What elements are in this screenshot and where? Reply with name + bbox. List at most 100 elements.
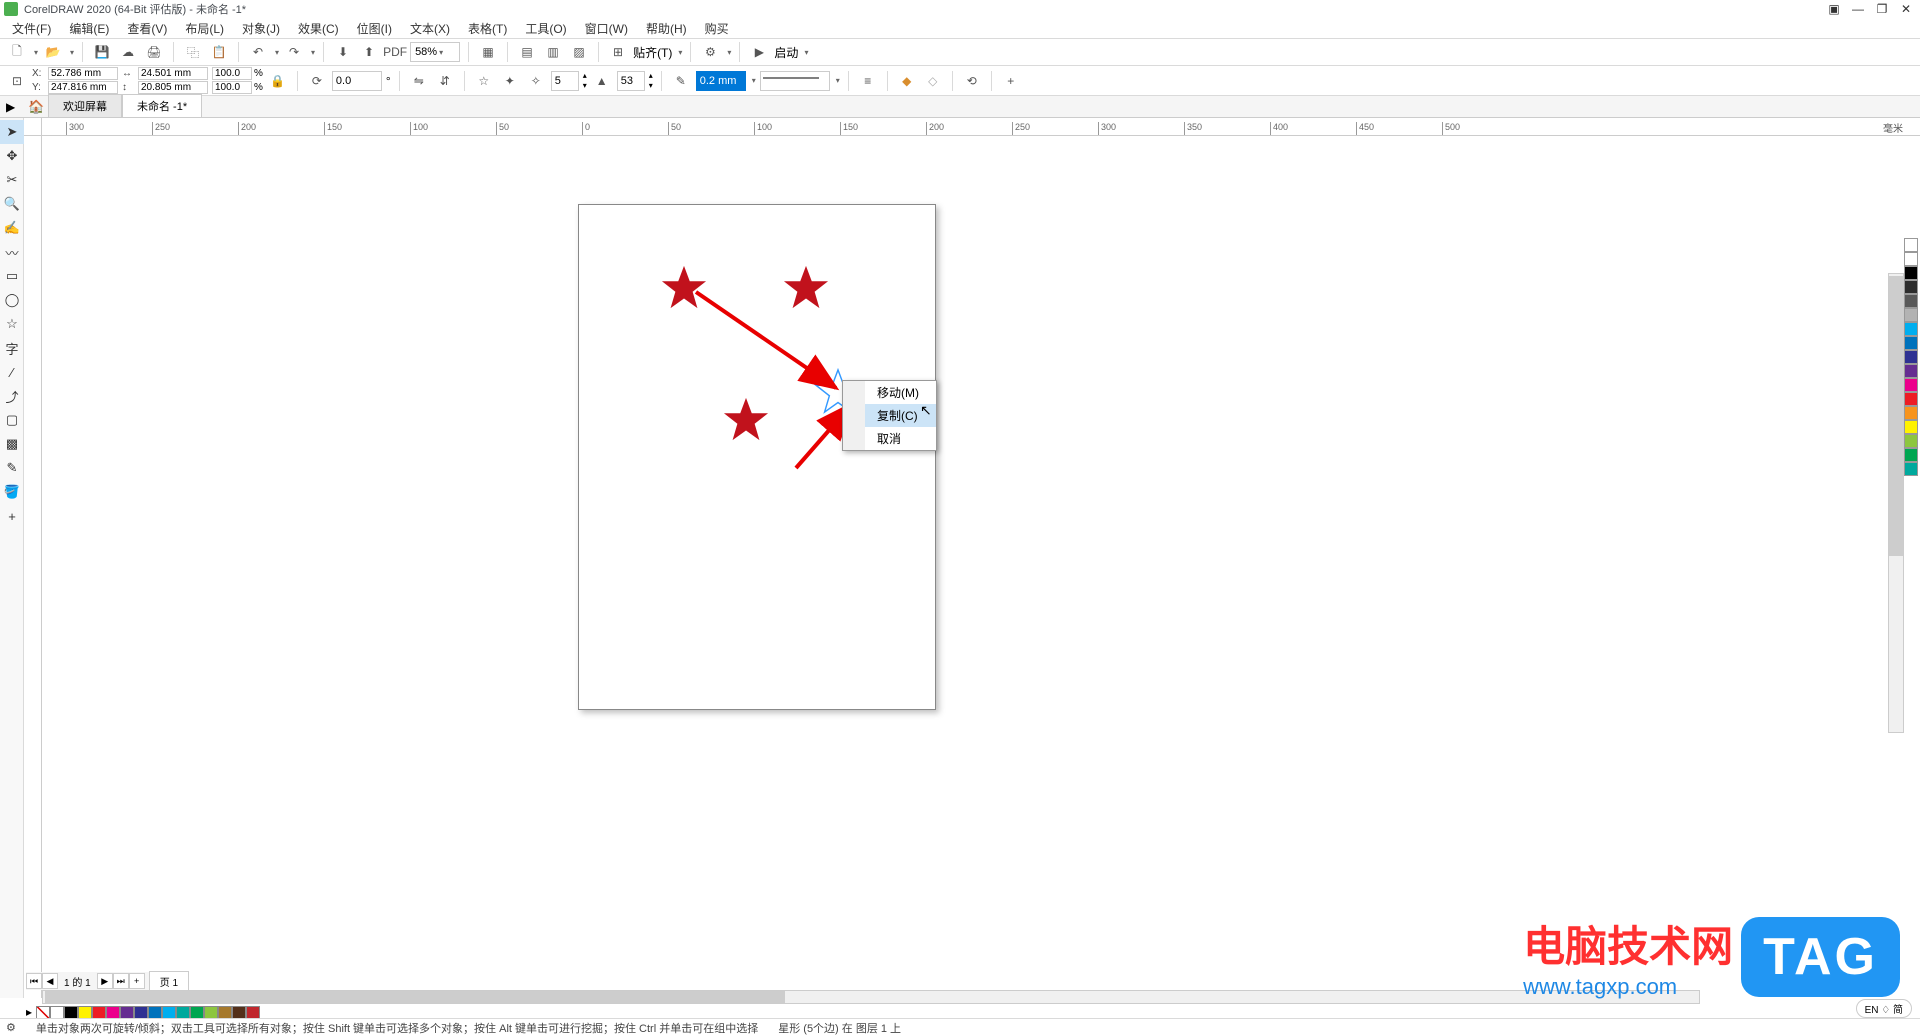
parallel-dimension-tool[interactable]: ∕: [0, 360, 24, 384]
lock-ratio-button[interactable]: 🔒: [267, 70, 289, 92]
color-swatch[interactable]: [1904, 308, 1918, 322]
context-menu-move[interactable]: 移动(M): [843, 381, 936, 404]
color-swatch[interactable]: [176, 1006, 190, 1019]
sharpness-input[interactable]: [617, 71, 645, 91]
color-swatch[interactable]: [1904, 266, 1918, 280]
color-swatch[interactable]: [1904, 420, 1918, 434]
mirror-h-button[interactable]: ⇋: [408, 70, 430, 92]
caret-icon[interactable]: ▾: [727, 48, 731, 57]
fullscreen-button[interactable]: ▦: [477, 41, 499, 63]
color-swatch[interactable]: [1904, 350, 1918, 364]
guides-button[interactable]: ▥: [542, 41, 564, 63]
gear-icon[interactable]: ⚙: [6, 1021, 16, 1034]
help-icon[interactable]: ▣: [1824, 2, 1844, 16]
caret-icon[interactable]: ▾: [678, 48, 682, 57]
palette-menu-icon[interactable]: ▸: [26, 1005, 32, 1019]
zoom-dropdown[interactable]: 58%▾: [410, 42, 460, 62]
options-button[interactable]: ⚙: [699, 41, 721, 63]
expand-toolbox[interactable]: +: [0, 504, 24, 528]
drop-shadow-tool[interactable]: ▢: [0, 408, 24, 432]
polygon-tool[interactable]: ☆: [0, 312, 24, 336]
artistic-media-tool[interactable]: 〰: [0, 240, 24, 264]
menu-help[interactable]: 帮助(H): [638, 18, 695, 39]
to-front-button[interactable]: ◆: [896, 70, 918, 92]
close-button[interactable]: ✕: [1896, 2, 1916, 16]
launch-icon[interactable]: ▶: [748, 41, 770, 63]
text-tool[interactable]: 字: [0, 336, 24, 360]
zoom-tool[interactable]: 🔍: [0, 192, 24, 216]
convert-curves-button[interactable]: ⟲: [961, 70, 983, 92]
color-swatch[interactable]: [106, 1006, 120, 1019]
line-style-dropdown[interactable]: [760, 71, 830, 91]
color-swatch[interactable]: [1904, 336, 1918, 350]
page-prev-button[interactable]: ◀: [42, 973, 58, 989]
height-input[interactable]: [138, 81, 208, 94]
pick-tool[interactable]: ➤: [0, 120, 24, 144]
undo-button[interactable]: ↶: [247, 41, 269, 63]
tab-welcome[interactable]: 欢迎屏幕: [48, 94, 122, 117]
caret-icon[interactable]: ▾: [804, 48, 808, 57]
language-badge[interactable]: EN ♢ 简: [1856, 999, 1912, 1018]
scrollbar-thumb[interactable]: [45, 991, 785, 1003]
scale-y-input[interactable]: [212, 81, 252, 94]
color-swatch[interactable]: [190, 1006, 204, 1019]
menu-file[interactable]: 文件(F): [4, 18, 59, 39]
color-swatch[interactable]: [50, 1006, 64, 1019]
color-swatch[interactable]: [148, 1006, 162, 1019]
cloud-button[interactable]: ☁: [117, 41, 139, 63]
y-input[interactable]: [48, 81, 118, 94]
color-swatch[interactable]: [78, 1006, 92, 1019]
color-swatch[interactable]: [1904, 238, 1918, 252]
eyedropper-tool[interactable]: ✎: [0, 456, 24, 480]
page-add-button[interactable]: +: [129, 973, 145, 989]
launch-label[interactable]: 启动: [774, 44, 798, 61]
copy-button[interactable]: ⿻: [182, 41, 204, 63]
fill-tool[interactable]: 🪣: [0, 480, 24, 504]
canvas[interactable]: 移动(M) 复制(C) 取消 ↖: [42, 136, 1920, 998]
color-swatch[interactable]: [162, 1006, 176, 1019]
menu-effects[interactable]: 效果(C): [290, 18, 347, 39]
color-swatch[interactable]: [1904, 434, 1918, 448]
color-swatch[interactable]: [120, 1006, 134, 1019]
vertical-ruler[interactable]: [24, 136, 42, 998]
object-origin-icon[interactable]: ⊡: [6, 70, 28, 92]
save-button[interactable]: 💾: [91, 41, 113, 63]
mirror-v-button[interactable]: ⇵: [434, 70, 456, 92]
color-swatch[interactable]: [218, 1006, 232, 1019]
width-input[interactable]: [138, 67, 208, 80]
color-swatch[interactable]: [134, 1006, 148, 1019]
spinner-icon[interactable]: ▴▾: [583, 71, 587, 90]
redo-button[interactable]: ↷: [283, 41, 305, 63]
snap-icon[interactable]: ⊞: [607, 41, 629, 63]
open-button[interactable]: 📂: [42, 41, 64, 63]
caret-icon[interactable]: ▾: [311, 48, 315, 57]
menu-table[interactable]: 表格(T): [460, 18, 515, 39]
color-swatch[interactable]: [1904, 294, 1918, 308]
color-swatch[interactable]: [232, 1006, 246, 1019]
complex-star-icon[interactable]: ✦: [499, 70, 521, 92]
menu-buy[interactable]: 购买: [697, 18, 737, 39]
caret-icon[interactable]: ▾: [275, 48, 279, 57]
export-button[interactable]: ⬆: [358, 41, 380, 63]
color-swatch[interactable]: [1904, 378, 1918, 392]
color-swatch[interactable]: [1904, 392, 1918, 406]
color-swatch[interactable]: [1904, 448, 1918, 462]
menu-text[interactable]: 文本(X): [402, 18, 458, 39]
menu-layout[interactable]: 布局(L): [177, 18, 232, 39]
rectangle-tool[interactable]: ▭: [0, 264, 24, 288]
ellipse-tool[interactable]: ◯: [0, 288, 24, 312]
pdf-button[interactable]: PDF: [384, 41, 406, 63]
color-swatch[interactable]: [1904, 252, 1918, 266]
crop-tool[interactable]: ✂: [0, 168, 24, 192]
no-fill-swatch[interactable]: [36, 1006, 50, 1019]
caret-icon[interactable]: ▾: [836, 76, 840, 85]
horizontal-ruler[interactable]: 毫米 3002502001501005005010015020025030035…: [42, 118, 1920, 136]
print-button[interactable]: 🖨: [143, 41, 165, 63]
menu-tools[interactable]: 工具(O): [517, 18, 574, 39]
menu-edit[interactable]: 编辑(E): [61, 18, 117, 39]
ruler-corner[interactable]: [24, 118, 42, 136]
outline-width-input[interactable]: [696, 71, 746, 91]
transparency-tool[interactable]: ▩: [0, 432, 24, 456]
horizontal-scrollbar[interactable]: [42, 990, 1700, 1004]
menu-view[interactable]: 查看(V): [119, 18, 175, 39]
